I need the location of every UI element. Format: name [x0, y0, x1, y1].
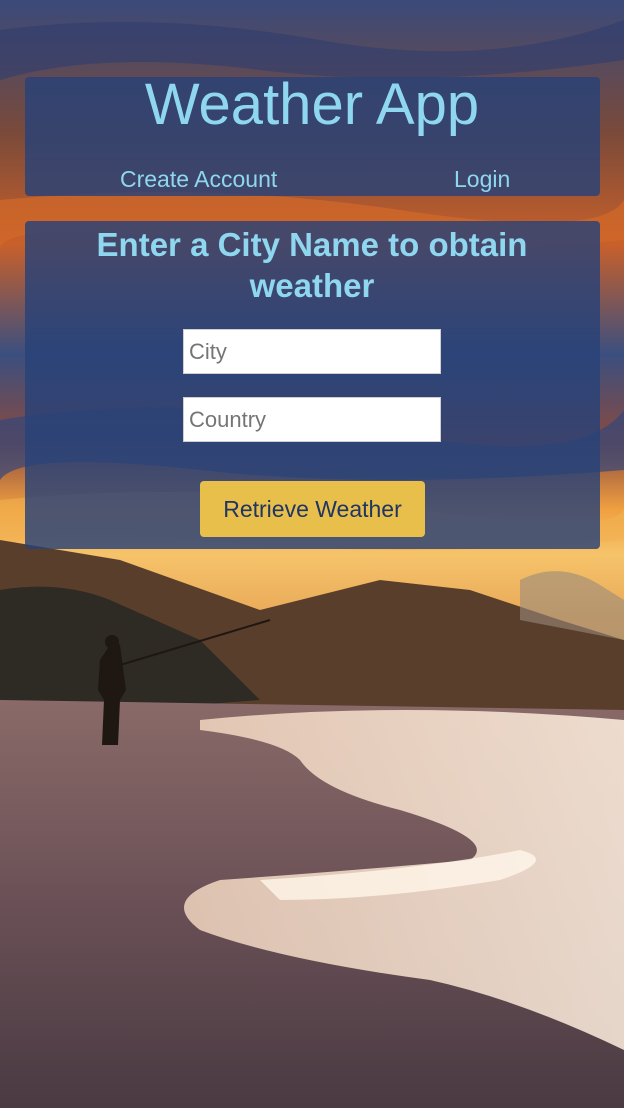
create-account-link[interactable]: Create Account: [120, 166, 277, 192]
weather-app-page: Weather App Create Account Login Enter a…: [0, 0, 624, 1108]
login-link[interactable]: Login: [454, 166, 510, 192]
retrieve-weather-button[interactable]: Retrieve Weather: [200, 481, 425, 537]
form-heading: Enter a City Name to obtain weather: [96, 226, 528, 304]
city-input[interactable]: [183, 329, 441, 374]
app-title: Weather App: [144, 72, 480, 137]
country-input[interactable]: [183, 397, 441, 442]
